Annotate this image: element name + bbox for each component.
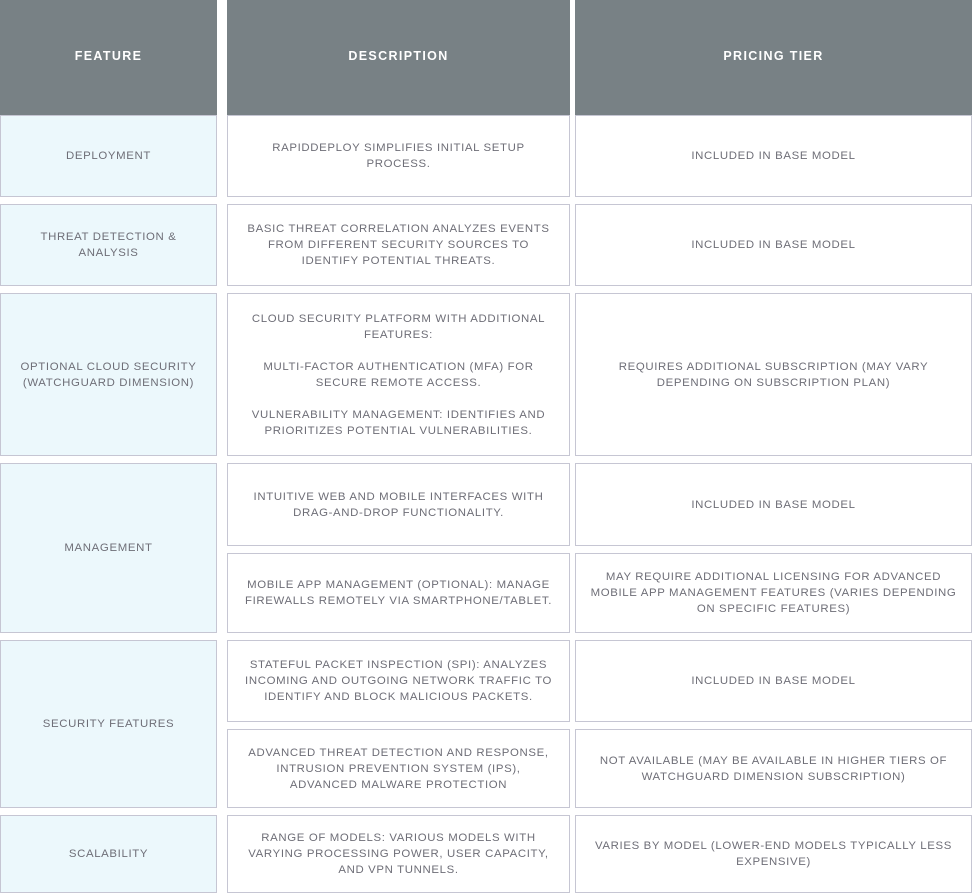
feature-cell: THREAT DETECTION & ANALYSIS [0, 204, 217, 286]
description-column: RANGE OF MODELS: VARIOUS MODELS WITH VAR… [227, 815, 570, 893]
column-header-description-label: DESCRIPTION [348, 48, 449, 63]
description-text: CLOUD SECURITY PLATFORM WITH ADDITIONAL … [251, 312, 546, 437]
description-cell: ADVANCED THREAT DETECTION AND RESPONSE, … [227, 729, 570, 808]
description-column: INTUITIVE WEB AND MOBILE INTERFACES WITH… [227, 463, 570, 633]
pricing-text: INCLUDED IN BASE MODEL [691, 498, 856, 511]
pricing-column: INCLUDED IN BASE MODEL MAY REQUIRE ADDIT… [575, 463, 972, 633]
description-text: RANGE OF MODELS: VARIOUS MODELS WITH VAR… [248, 832, 549, 876]
table-header-row: FEATURE DESCRIPTION PRICING TIER [0, 0, 972, 115]
feature-cell: DEPLOYMENT [0, 115, 217, 197]
column-header-pricing-tier-label: PRICING TIER [723, 48, 824, 63]
pricing-text: INCLUDED IN BASE MODEL [691, 239, 856, 251]
table-row: SCALABILITY RANGE OF MODELS: VARIOUS MOD… [0, 815, 972, 893]
table-row: DEPLOYMENT RAPIDDEPLOY SIMPLIFIES INITIA… [0, 115, 972, 197]
description-cell: MOBILE APP MANAGEMENT (OPTIONAL): MANAGE… [227, 553, 570, 633]
pricing-cell: VARIES BY MODEL (LOWER-END MODELS TYPICA… [575, 815, 972, 893]
feature-label: THREAT DETECTION & ANALYSIS [40, 231, 177, 259]
pricing-text: INCLUDED IN BASE MODEL [691, 675, 856, 687]
column-header-pricing-tier: PRICING TIER [575, 0, 972, 115]
description-cell: RAPIDDEPLOY SIMPLIFIES INITIAL SETUP PRO… [227, 115, 570, 197]
feature-cell: SCALABILITY [0, 815, 217, 893]
pricing-text: VARIES BY MODEL (LOWER-END MODELS TYPICA… [595, 840, 952, 868]
pricing-cell: MAY REQUIRE ADDITIONAL LICENSING FOR ADV… [575, 553, 972, 633]
feature-cell: OPTIONAL CLOUD SECURITY (WATCHGUARD DIME… [0, 293, 217, 456]
table-row: SECURITY FEATURES STATEFUL PACKET INSPEC… [0, 640, 972, 808]
description-cell: INTUITIVE WEB AND MOBILE INTERFACES WITH… [227, 463, 570, 546]
pricing-text: REQUIRES ADDITIONAL SUBSCRIPTION (MAY VA… [618, 360, 929, 389]
description-cell: CLOUD SECURITY PLATFORM WITH ADDITIONAL … [227, 293, 570, 456]
feature-label: OPTIONAL CLOUD SECURITY (WATCHGUARD DIME… [20, 360, 197, 389]
description-text: RAPIDDEPLOY SIMPLIFIES INITIAL SETUP PRO… [272, 142, 525, 170]
feature-label: MANAGEMENT [64, 542, 153, 554]
description-cell: RANGE OF MODELS: VARIOUS MODELS WITH VAR… [227, 815, 570, 893]
description-column: RAPIDDEPLOY SIMPLIFIES INITIAL SETUP PRO… [227, 115, 570, 197]
column-header-description: DESCRIPTION [227, 0, 570, 115]
description-column: BASIC THREAT CORRELATION ANALYZES EVENTS… [227, 204, 570, 286]
table-row: THREAT DETECTION & ANALYSIS BASIC THREAT… [0, 204, 972, 286]
description-text: MOBILE APP MANAGEMENT (OPTIONAL): MANAGE… [244, 579, 553, 607]
pricing-column: VARIES BY MODEL (LOWER-END MODELS TYPICA… [575, 815, 972, 893]
description-text: BASIC THREAT CORRELATION ANALYZES EVENTS… [247, 223, 550, 267]
pricing-column: REQUIRES ADDITIONAL SUBSCRIPTION (MAY VA… [575, 293, 972, 456]
pricing-column: INCLUDED IN BASE MODEL NOT AVAILABLE (MA… [575, 640, 972, 808]
pricing-cell: INCLUDED IN BASE MODEL [575, 115, 972, 197]
pricing-text: MAY REQUIRE ADDITIONAL LICENSING FOR ADV… [590, 571, 957, 615]
pricing-cell: INCLUDED IN BASE MODEL [575, 640, 972, 722]
table-row: MANAGEMENT INTUITIVE WEB AND MOBILE INTE… [0, 463, 972, 633]
column-header-feature-label: FEATURE [74, 48, 143, 63]
comparison-table: FEATURE DESCRIPTION PRICING TIER DEPLOYM… [0, 0, 972, 893]
pricing-cell: INCLUDED IN BASE MODEL [575, 463, 972, 546]
table-row: OPTIONAL CLOUD SECURITY (WATCHGUARD DIME… [0, 293, 972, 456]
description-text: INTUITIVE WEB AND MOBILE INTERFACES WITH… [253, 490, 544, 519]
pricing-text: INCLUDED IN BASE MODEL [691, 150, 856, 162]
description-cell: STATEFUL PACKET INSPECTION (SPI): ANALYZ… [227, 640, 570, 722]
feature-label: SCALABILITY [68, 848, 149, 860]
description-text: ADVANCED THREAT DETECTION AND RESPONSE, … [248, 746, 549, 791]
pricing-column: INCLUDED IN BASE MODEL [575, 115, 972, 197]
description-column: STATEFUL PACKET INSPECTION (SPI): ANALYZ… [227, 640, 570, 808]
description-cell: BASIC THREAT CORRELATION ANALYZES EVENTS… [227, 204, 570, 286]
pricing-cell: REQUIRES ADDITIONAL SUBSCRIPTION (MAY VA… [575, 293, 972, 456]
feature-cell: SECURITY FEATURES [0, 640, 217, 808]
description-text: STATEFUL PACKET INSPECTION (SPI): ANALYZ… [245, 659, 552, 703]
pricing-cell: NOT AVAILABLE (MAY BE AVAILABLE IN HIGHE… [575, 729, 972, 808]
feature-label: SECURITY FEATURES [42, 718, 175, 730]
pricing-cell: INCLUDED IN BASE MODEL [575, 204, 972, 286]
pricing-text: NOT AVAILABLE (MAY BE AVAILABLE IN HIGHE… [599, 754, 948, 783]
pricing-column: INCLUDED IN BASE MODEL [575, 204, 972, 286]
feature-label: DEPLOYMENT [66, 150, 151, 162]
feature-cell: MANAGEMENT [0, 463, 217, 633]
description-column: CLOUD SECURITY PLATFORM WITH ADDITIONAL … [227, 293, 570, 456]
column-header-feature: FEATURE [0, 0, 217, 115]
